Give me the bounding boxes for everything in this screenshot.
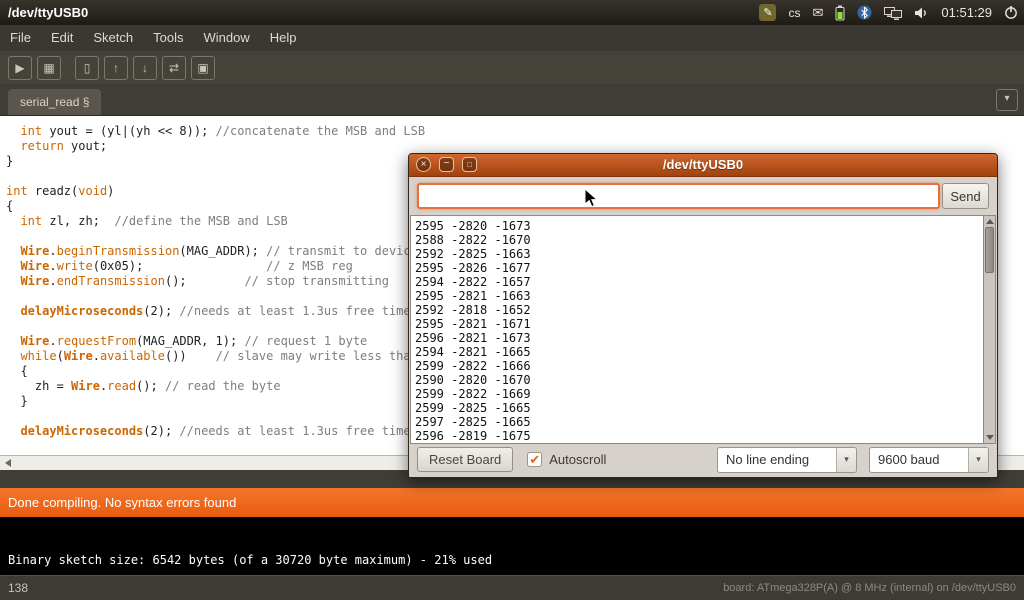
serial-line: 2596 -2821 -1673 — [415, 331, 980, 345]
serial-line: 2595 -2820 -1673 — [415, 219, 980, 233]
serial-line: 2592 -2825 -1663 — [415, 247, 980, 261]
bluetooth-icon[interactable] — [857, 5, 872, 20]
window-minimize-button[interactable]: − — [439, 157, 454, 172]
code-line: int yout = (yl|(yh << 8)); //concatenate… — [6, 124, 1024, 139]
serial-line: 2594 -2821 -1665 — [415, 345, 980, 359]
reset-board-button[interactable]: Reset Board — [417, 447, 513, 472]
serial-line: 2599 -2825 -1665 — [415, 401, 980, 415]
open-sketch-button[interactable]: ↑ — [104, 56, 128, 80]
serial-line: 2595 -2821 -1671 — [415, 317, 980, 331]
serial-line: 2596 -2819 -1675 — [415, 429, 980, 443]
chevron-down-icon: ▾ — [836, 448, 856, 472]
clock[interactable]: 01:51:29 — [941, 5, 992, 20]
build-console: Binary sketch size: 6542 bytes (of a 307… — [0, 517, 1024, 575]
toolbar: ▶▦ ▯↑↓⇄▣ — [0, 51, 1024, 84]
status-bar: Done compiling. No syntax errors found — [0, 488, 1024, 517]
menu-edit[interactable]: Edit — [41, 25, 83, 51]
scroll-left-arrow-icon[interactable] — [5, 459, 11, 467]
send-button[interactable]: Send — [942, 183, 989, 209]
menu-help[interactable]: Help — [260, 25, 307, 51]
serial-input-field[interactable] — [417, 183, 940, 209]
stop-button[interactable]: ▦ — [37, 56, 61, 80]
tab-menu-button[interactable]: ▾ — [996, 89, 1018, 111]
baud-rate-value: 9600 baud — [870, 452, 968, 467]
serial-line: 2588 -2822 -1670 — [415, 233, 980, 247]
footer-status-bar: 138 board: ATmega328P(A) @ 8 MHz (intern… — [0, 575, 1024, 600]
desktop: /dev/ttyUSB0 ✎ cs ✉ 01:51:29 FileEditSke… — [0, 0, 1024, 600]
scroll-up-arrow-icon[interactable] — [986, 219, 994, 224]
serial-line: 2599 -2822 -1669 — [415, 387, 980, 401]
session-menu-icon[interactable] — [1004, 5, 1018, 20]
window-maximize-button[interactable]: □ — [462, 157, 477, 172]
code-line: return yout; — [6, 139, 1024, 154]
panel-window-title: /dev/ttyUSB0 — [8, 5, 88, 20]
board-info: board: ATmega328P(A) @ 8 MHz (internal) … — [723, 582, 1016, 594]
serial-output[interactable]: 2595 -2820 -16732588 -2822 -16702592 -28… — [410, 215, 985, 444]
status-message: Done compiling. No syntax errors found — [8, 495, 236, 510]
battery-icon[interactable] — [835, 5, 845, 21]
serial-line: 2592 -2818 -1652 — [415, 303, 980, 317]
menu-file[interactable]: File — [0, 25, 41, 51]
serial-line: 2597 -2825 -1665 — [415, 415, 980, 429]
tab-bar: serial_read § ▾ — [0, 84, 1024, 116]
menu-sketch[interactable]: Sketch — [83, 25, 143, 51]
line-number-indicator: 138 — [8, 581, 28, 595]
tab-label: serial_read § — [20, 95, 89, 109]
tab-serial-read[interactable]: serial_read § — [8, 89, 101, 115]
new-sketch-button[interactable]: ▯ — [75, 56, 99, 80]
serial-scrollbar[interactable] — [983, 215, 996, 444]
mail-icon[interactable]: ✉ — [812, 5, 823, 21]
serial-line: 2595 -2826 -1677 — [415, 261, 980, 275]
serial-monitor-titlebar[interactable]: × − □ /dev/ttyUSB0 — [409, 154, 997, 177]
serial-monitor-button[interactable]: ▣ — [191, 56, 215, 80]
keyboard-layout-indicator[interactable]: cs — [788, 6, 800, 20]
console-output: Binary sketch size: 6542 bytes (of a 307… — [8, 553, 1016, 567]
scroll-down-arrow-icon[interactable] — [986, 435, 994, 440]
mouse-cursor — [584, 188, 601, 210]
volume-icon[interactable] — [914, 6, 929, 20]
window-title: /dev/ttyUSB0 — [409, 154, 997, 176]
serial-line: 2590 -2820 -1670 — [415, 373, 980, 387]
scrollbar-thumb[interactable] — [985, 227, 994, 273]
autoscroll-checkbox[interactable]: ✔ — [527, 452, 542, 467]
line-ending-select[interactable]: No line ending ▾ — [717, 447, 857, 473]
top-panel: /dev/ttyUSB0 ✎ cs ✉ 01:51:29 — [0, 0, 1024, 25]
menu-tools[interactable]: Tools — [143, 25, 193, 51]
input-method-icon[interactable]: ✎ — [759, 4, 776, 21]
serial-line: 2599 -2822 -1666 — [415, 359, 980, 373]
menu-bar: FileEditSketchToolsWindowHelp — [0, 25, 1024, 51]
window-close-button[interactable]: × — [416, 157, 431, 172]
network-icon[interactable] — [884, 6, 902, 20]
serial-line: 2595 -2821 -1663 — [415, 289, 980, 303]
system-tray: ✎ cs ✉ 01:51:29 — [759, 0, 1018, 25]
line-ending-value: No line ending — [718, 452, 836, 467]
chevron-down-icon: ▾ — [968, 448, 988, 472]
upload-button[interactable]: ⇄ — [162, 56, 186, 80]
serial-monitor-window: × − □ /dev/ttyUSB0 Send 2595 -2820 -1673… — [408, 153, 998, 478]
autoscroll-label: Autoscroll — [549, 452, 606, 467]
serial-monitor-footer: Reset Board ✔ Autoscroll No line ending … — [409, 442, 997, 477]
baud-rate-select[interactable]: 9600 baud ▾ — [869, 447, 989, 473]
serial-line: 2594 -2822 -1657 — [415, 275, 980, 289]
menu-window[interactable]: Window — [193, 25, 259, 51]
save-sketch-button[interactable]: ↓ — [133, 56, 157, 80]
verify-button[interactable]: ▶ — [8, 56, 32, 80]
